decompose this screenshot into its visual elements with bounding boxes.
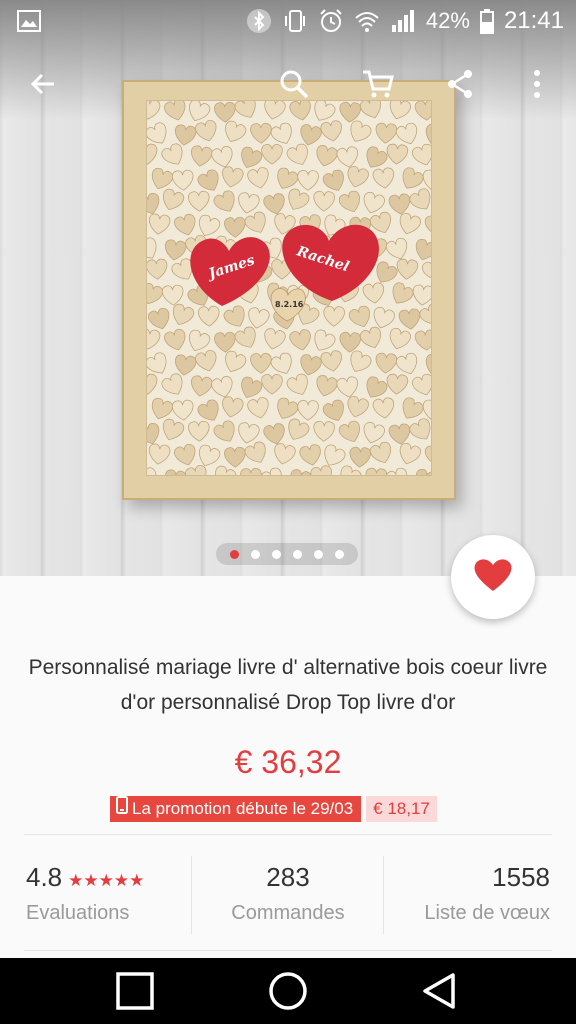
heart-icon (473, 557, 513, 598)
rating-label: Evaluations (26, 902, 130, 924)
rating-stars: ★★★★★ (68, 871, 145, 890)
divider (24, 834, 552, 835)
battery-percent: 42% (425, 8, 470, 33)
rating-value-row: 4.8 ★★★★★ (26, 862, 144, 893)
app-toolbar (0, 48, 576, 120)
frame-hearts-area: James Rachel 8.2.16 (146, 100, 432, 476)
wifi-icon (354, 8, 380, 34)
product-title: Personnalisé mariage livre d' alternativ… (28, 656, 548, 714)
heart-date: 8.2.16 (275, 300, 304, 309)
wishlist-label: Liste de vœux (424, 902, 550, 924)
more-vert-icon[interactable] (513, 60, 561, 108)
orders-label: Commandes (231, 902, 345, 924)
battery-icon (479, 8, 494, 34)
gallery-dot[interactable] (293, 549, 302, 559)
promotion-price: € 18,17 (366, 796, 437, 822)
gallery-dot[interactable] (314, 549, 323, 559)
signal-icon (390, 8, 416, 34)
divider (24, 950, 552, 951)
gallery-dot[interactable] (251, 549, 260, 559)
cart-icon[interactable] (354, 60, 402, 108)
product-price: € 36,32 (234, 744, 342, 780)
home-icon[interactable] (264, 967, 312, 1015)
bluetooth-icon (246, 8, 272, 34)
vibrate-icon (282, 8, 308, 34)
gallery-dot[interactable] (230, 549, 239, 559)
gallery-page-indicator[interactable] (216, 543, 358, 565)
recent-apps-icon[interactable] (111, 967, 159, 1015)
system-navigation-bar (0, 958, 576, 1024)
red-hearts-overlay: James Rachel 8.2.16 (190, 224, 379, 322)
back-arrow-icon[interactable] (20, 60, 68, 108)
alarm-icon (318, 8, 344, 34)
search-icon[interactable] (270, 60, 318, 108)
promotion-banner: La promotion débute le 29/03 € 18,17 (110, 796, 437, 822)
back-triangle-icon[interactable] (416, 967, 464, 1015)
stat-rating[interactable]: 4.8 ★★★★★ Evaluations (0, 856, 192, 950)
phone-icon (116, 796, 128, 822)
product-photo-frame: James Rachel 8.2.16 (122, 80, 456, 500)
stat-orders[interactable]: 283 Commandes (192, 856, 384, 950)
image-icon (16, 8, 42, 34)
rating-value: 4.8 (26, 862, 63, 892)
wishlist-heart-button[interactable] (451, 535, 535, 619)
promotion-text: La promotion débute le 29/03 (132, 799, 354, 818)
status-bar: 42% 21:41 (0, 0, 576, 42)
product-info-panel: Personnalisé mariage livre d' alternativ… (0, 576, 576, 958)
promotion-label: La promotion débute le 29/03 (110, 796, 362, 822)
gallery-dot[interactable] (335, 549, 344, 559)
wishlist-value: 1558 (492, 862, 550, 892)
share-icon[interactable] (436, 60, 484, 108)
orders-value: 283 (266, 862, 310, 892)
product-stats: 4.8 ★★★★★ Evaluations 283 Commandes 1558 … (0, 856, 576, 950)
clock-time: 21:41 (503, 7, 564, 34)
gallery-dot[interactable] (272, 549, 281, 559)
stat-wishlist[interactable]: 1558 Liste de vœux (384, 856, 576, 950)
